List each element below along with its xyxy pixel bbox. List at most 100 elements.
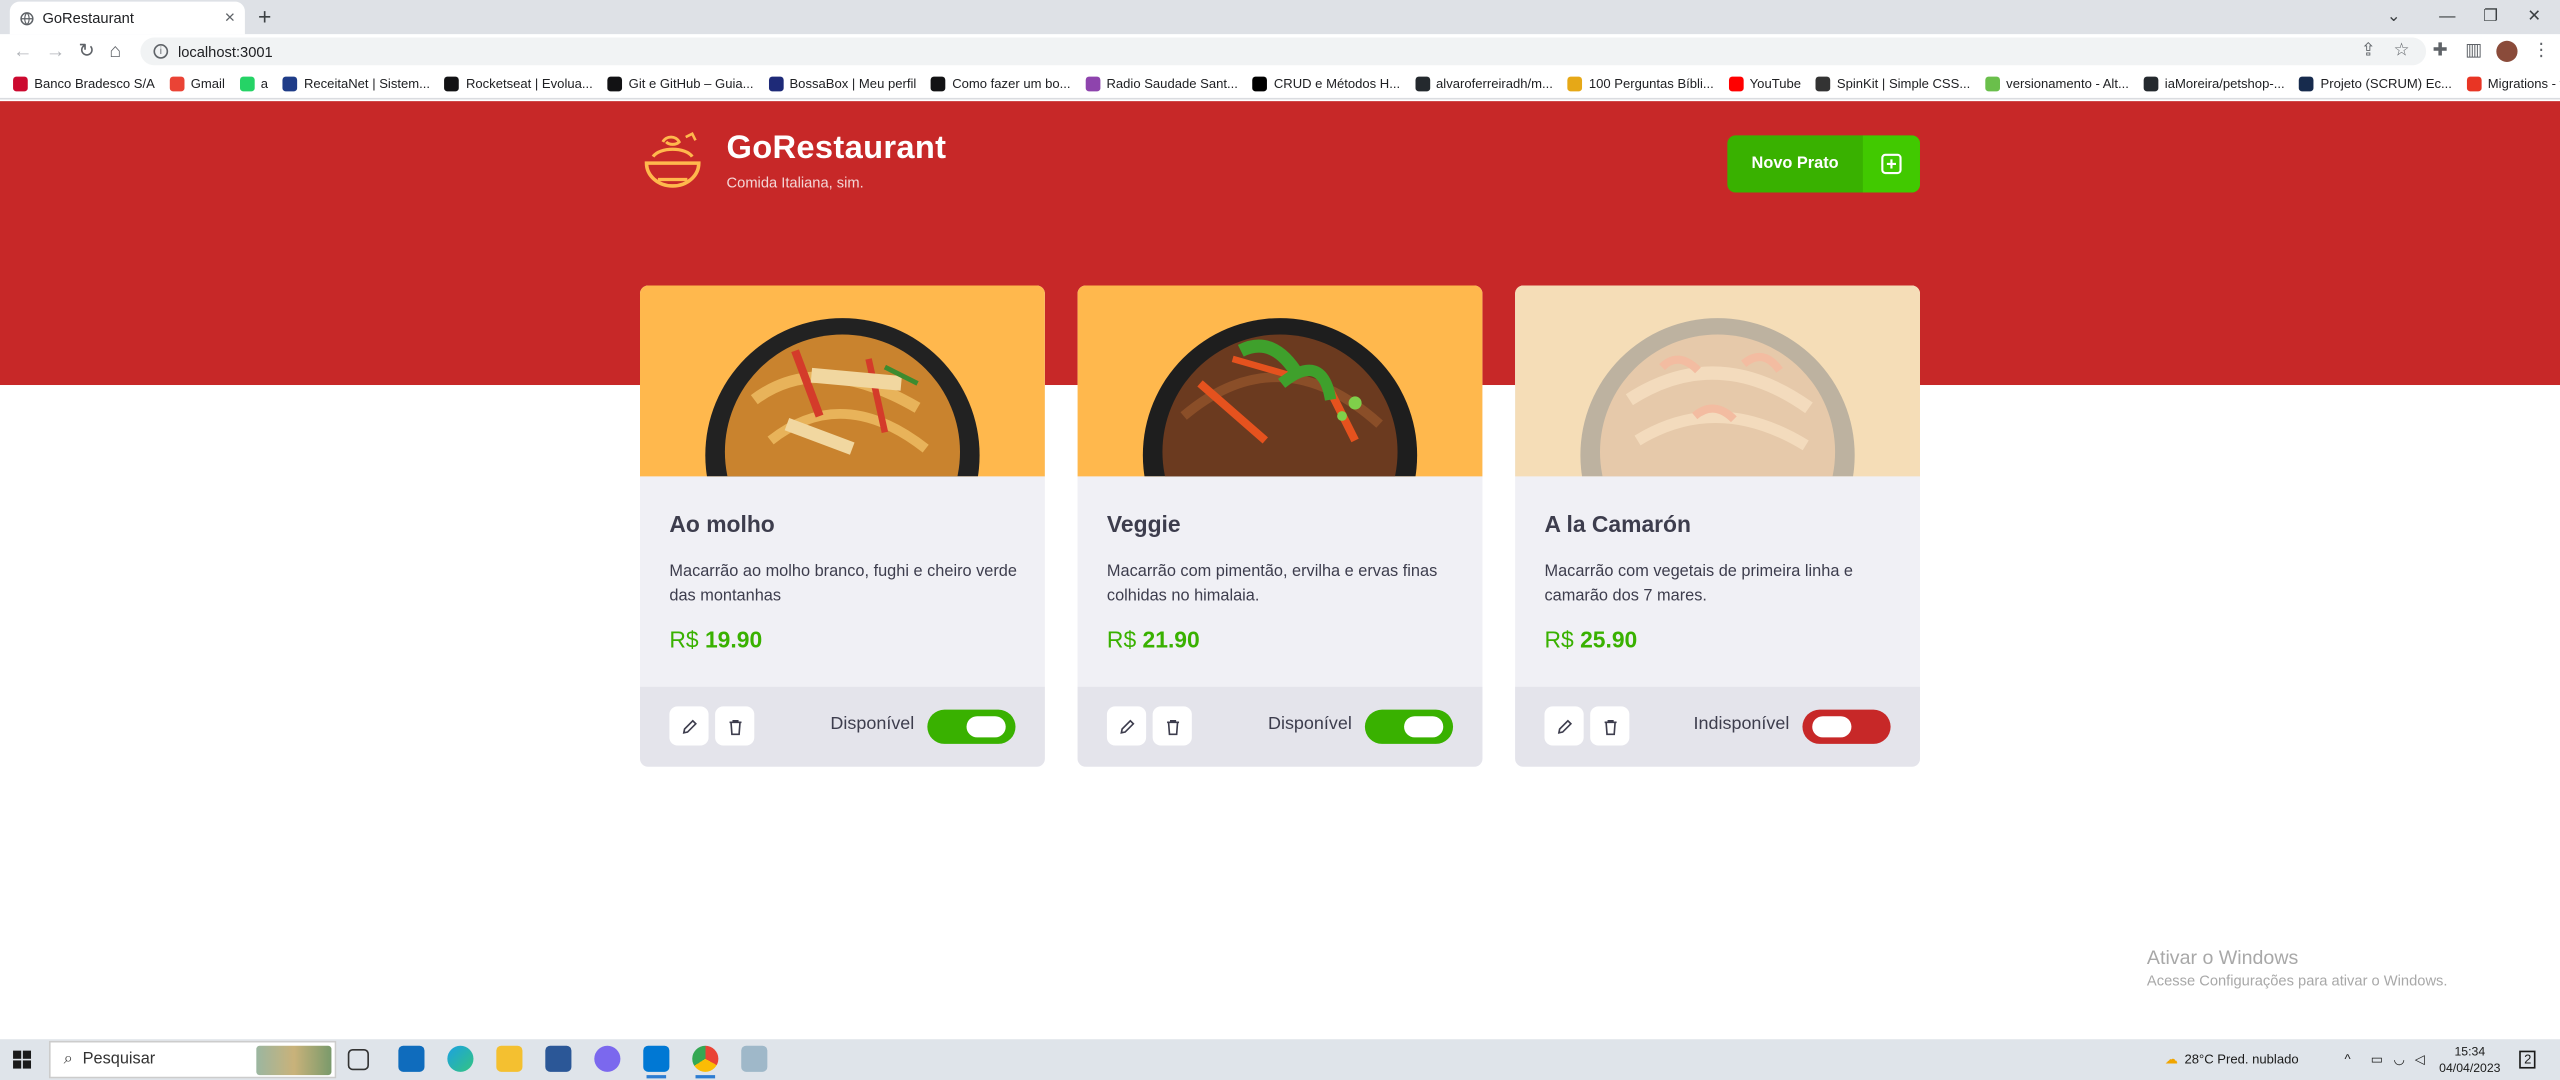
bookmark-item[interactable]: Como fazer um bo...	[930, 75, 1071, 91]
bookmark-item[interactable]: Rocketseat | Evolua...	[444, 75, 593, 91]
bookmark-item[interactable]: a	[239, 75, 268, 91]
search-icon: ⌕	[63, 1050, 73, 1069]
volume-icon[interactable]: ◁	[2415, 1039, 2425, 1080]
restore-icon[interactable]: ❐	[2483, 0, 2498, 34]
bookmark-label: alvaroferreiradh/m...	[1436, 75, 1553, 91]
availability-toggle[interactable]	[927, 709, 1016, 744]
profile-avatar[interactable]	[2496, 40, 2518, 62]
taskbar-clock[interactable]: 15:34 04/04/2023	[2439, 1044, 2500, 1077]
bookmark-item[interactable]: 100 Perguntas Bíbli...	[1567, 75, 1714, 91]
edge-icon[interactable]	[447, 1045, 474, 1072]
menu-icon[interactable]: ⋮	[2532, 39, 2550, 61]
bookmark-item[interactable]: YouTube	[1728, 75, 1801, 91]
card-footer: Disponível	[1077, 686, 1483, 767]
bookmark-favicon-icon	[1085, 75, 1100, 91]
bookmark-favicon-icon	[930, 75, 946, 91]
bookmark-item[interactable]: Git e GitHub – Guia...	[607, 75, 754, 91]
new-dish-icon-box	[1862, 135, 1920, 193]
new-tab-button[interactable]: +	[258, 3, 271, 29]
file-explorer-icon[interactable]	[496, 1045, 523, 1072]
food-image	[1515, 285, 1920, 477]
windows-start-icon[interactable]	[13, 1050, 32, 1069]
delete-button[interactable]	[1590, 706, 1630, 746]
store-icon[interactable]	[545, 1045, 572, 1072]
vscode-icon[interactable]	[643, 1045, 670, 1079]
delete-button[interactable]	[715, 706, 755, 746]
close-tab-icon[interactable]: ×	[225, 8, 236, 28]
bookmark-item[interactable]: Radio Saudade Sant...	[1085, 75, 1238, 91]
weather-icon: ☁	[2164, 1052, 2178, 1067]
bookmark-item[interactable]: Banco Bradesco S/A	[13, 75, 155, 91]
bookmark-label: Projeto (SCRUM) Ec...	[2320, 75, 2452, 91]
back-icon[interactable]: ←	[13, 39, 33, 63]
side-panel-icon[interactable]: ▥	[2465, 39, 2482, 61]
app-title: GoRestaurant	[726, 130, 947, 167]
new-dish-button[interactable]: Novo Prato	[1727, 135, 1920, 193]
bookmark-item[interactable]: BossaBox | Meu perfil	[768, 75, 916, 91]
bookmark-label: YouTube	[1749, 75, 1801, 91]
windows-activation-text: Acesse Configurações para ativar o Windo…	[2146, 972, 2448, 989]
bookmark-item[interactable]: Gmail	[169, 75, 225, 91]
bookmark-label: 100 Perguntas Bíbli...	[1588, 75, 1714, 91]
availability-label: Disponível	[1267, 714, 1352, 735]
bookmark-item[interactable]: CRUD e Métodos H...	[1252, 75, 1400, 91]
plus-square-icon	[1881, 153, 1902, 175]
task-view-icon[interactable]	[347, 1049, 369, 1071]
bookmark-label: SpinKit | Simple CSS...	[1836, 75, 1971, 91]
toggle-knob	[1404, 716, 1444, 738]
bookmark-favicon-icon	[1984, 75, 2000, 91]
bookmark-item[interactable]: iaMoreira/petshop-...	[2143, 75, 2285, 91]
edit-button[interactable]	[669, 706, 709, 746]
tray-chevron-icon[interactable]: ^	[2344, 1039, 2350, 1080]
wifi-icon[interactable]: ◡	[2393, 1039, 2404, 1080]
home-icon[interactable]: ⌂	[109, 39, 121, 63]
bookmark-item[interactable]: SpinKit | Simple CSS...	[1815, 75, 1971, 91]
new-dish-label: Novo Prato	[1751, 154, 1839, 173]
app-icon[interactable]	[594, 1045, 621, 1072]
tab-search-icon[interactable]: ⌄	[2387, 0, 2401, 34]
bookmarks-bar: Banco Bradesco S/A Gmail a ReceitaNet | Sis…	[0, 68, 2560, 100]
bookmark-item[interactable]: Migrations - typeorm	[2466, 75, 2560, 91]
availability-toggle[interactable]	[1364, 709, 1454, 744]
share-icon[interactable]: ⇪	[2361, 39, 2376, 61]
food-description: Macarrão com pimentão, ervilha e ervas f…	[1106, 562, 1438, 606]
chrome-icon[interactable]	[692, 1045, 719, 1079]
search-placeholder: Pesquisar	[82, 1050, 156, 1069]
browser-toolbar: ← → ↻ ⌂ i localhost:3001 ⇪ ☆ ✚ ▥ ⋮	[0, 34, 2560, 69]
extensions-icon[interactable]: ✚	[2433, 39, 2448, 61]
availability-label: Indisponível	[1693, 714, 1790, 735]
availability-toggle[interactable]	[1802, 709, 1891, 744]
food-description: Macarrão com vegetais de primeira linha …	[1544, 562, 1854, 606]
bookmark-item[interactable]: versionamento - Alt...	[1984, 75, 2129, 91]
bookmark-item[interactable]: Projeto (SCRUM) Ec...	[2299, 75, 2452, 91]
bookmark-label: iaMoreira/petshop-...	[2164, 75, 2285, 91]
browser-tab[interactable]: GoRestaurant ×	[9, 1, 245, 35]
app-icon[interactable]	[741, 1045, 768, 1072]
food-photo	[1142, 318, 1418, 477]
address-bar[interactable]: i localhost:3001	[140, 37, 2427, 66]
windows-activation-title: Ativar o Windows	[2146, 946, 2299, 970]
delete-button[interactable]	[1152, 706, 1192, 746]
weather-widget[interactable]: ☁ 28°C Pred. nublado	[2165, 1039, 2299, 1080]
tab-title: GoRestaurant	[42, 9, 134, 27]
edit-button[interactable]	[1544, 706, 1584, 746]
forward-icon[interactable]: →	[46, 39, 66, 63]
food-image	[1077, 285, 1483, 477]
weather-text: 28°C Pred. nublado	[2184, 1052, 2299, 1067]
taskbar-search[interactable]: ⌕ Pesquisar	[48, 1040, 337, 1079]
bookmark-favicon-icon	[444, 75, 460, 91]
bookmark-item[interactable]: alvaroferreiradh/m...	[1414, 75, 1553, 91]
edit-button[interactable]	[1106, 706, 1147, 746]
reload-icon[interactable]: ↻	[78, 39, 94, 63]
food-image	[639, 285, 1045, 477]
bookmark-item[interactable]: ReceitaNet | Sistem...	[282, 75, 430, 91]
network-icon[interactable]: ▭	[2371, 1039, 2383, 1080]
bookmark-favicon-icon	[2143, 75, 2159, 91]
site-info-icon[interactable]: i	[153, 44, 169, 59]
mail-icon[interactable]	[398, 1045, 425, 1072]
close-window-icon[interactable]: ✕	[2527, 0, 2541, 34]
star-icon[interactable]: ☆	[2393, 39, 2409, 61]
notification-icon[interactable]: 2	[2519, 1039, 2537, 1080]
minimize-icon[interactable]: —	[2439, 0, 2455, 34]
food-photo	[1580, 318, 1855, 477]
